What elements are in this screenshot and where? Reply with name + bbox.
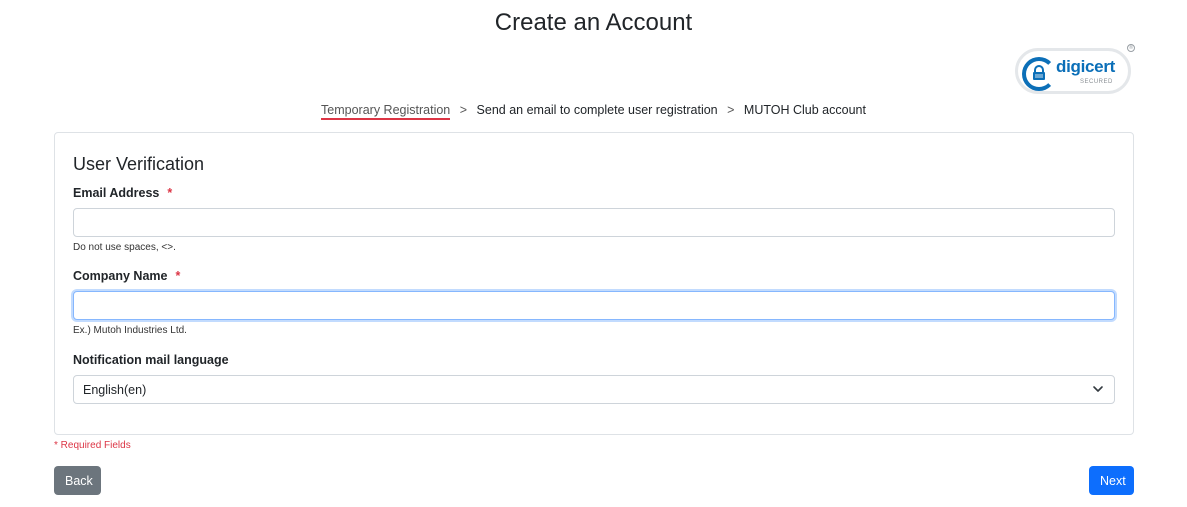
breadcrumb-separator: > xyxy=(459,103,468,117)
digicert-secured-badge[interactable]: ® digicert SECURED xyxy=(1013,44,1137,96)
email-help-text: Do not use spaces, <>. xyxy=(73,242,176,253)
language-selected-value: English(en) xyxy=(83,383,147,397)
registered-mark-icon: ® xyxy=(1127,44,1135,52)
badge-sub-label: SECURED xyxy=(1080,79,1113,85)
breadcrumb-step-send-email: Send an email to complete user registrat… xyxy=(476,103,718,117)
required-fields-note: * Required Fields xyxy=(54,440,131,451)
company-label: Company Name * xyxy=(73,269,180,283)
company-name-field[interactable] xyxy=(73,291,1115,320)
chevron-down-icon xyxy=(1093,386,1103,392)
required-mark: * xyxy=(167,186,173,200)
company-label-text: Company Name xyxy=(73,269,168,283)
badge-frame: digicert SECURED xyxy=(1015,48,1131,94)
email-label: Email Address * xyxy=(73,186,172,200)
company-help-text: Ex.) Mutoh Industries Ltd. xyxy=(73,325,187,336)
required-mark: * xyxy=(175,269,181,283)
language-select[interactable]: English(en) xyxy=(73,375,1115,404)
language-label: Notification mail language xyxy=(73,353,229,367)
breadcrumb-step-club-account: MUTOH Club account xyxy=(743,103,866,117)
email-label-text: Email Address xyxy=(73,186,160,200)
next-button[interactable]: Next xyxy=(1089,466,1134,495)
badge-brand-name: digicert xyxy=(1056,57,1116,76)
back-button[interactable]: Back xyxy=(54,466,101,495)
page-title: Create an Account xyxy=(494,9,693,36)
user-verification-card: User Verification Email Address * Do not … xyxy=(54,132,1134,435)
email-field[interactable] xyxy=(73,208,1115,237)
lock-icon xyxy=(1033,65,1045,80)
card-title: User Verification xyxy=(73,154,205,174)
breadcrumb-separator: > xyxy=(727,103,735,117)
breadcrumb: Temporary Registration > Send an email t… xyxy=(0,103,1187,120)
breadcrumb-step-temporary-registration: Temporary Registration xyxy=(321,103,451,120)
